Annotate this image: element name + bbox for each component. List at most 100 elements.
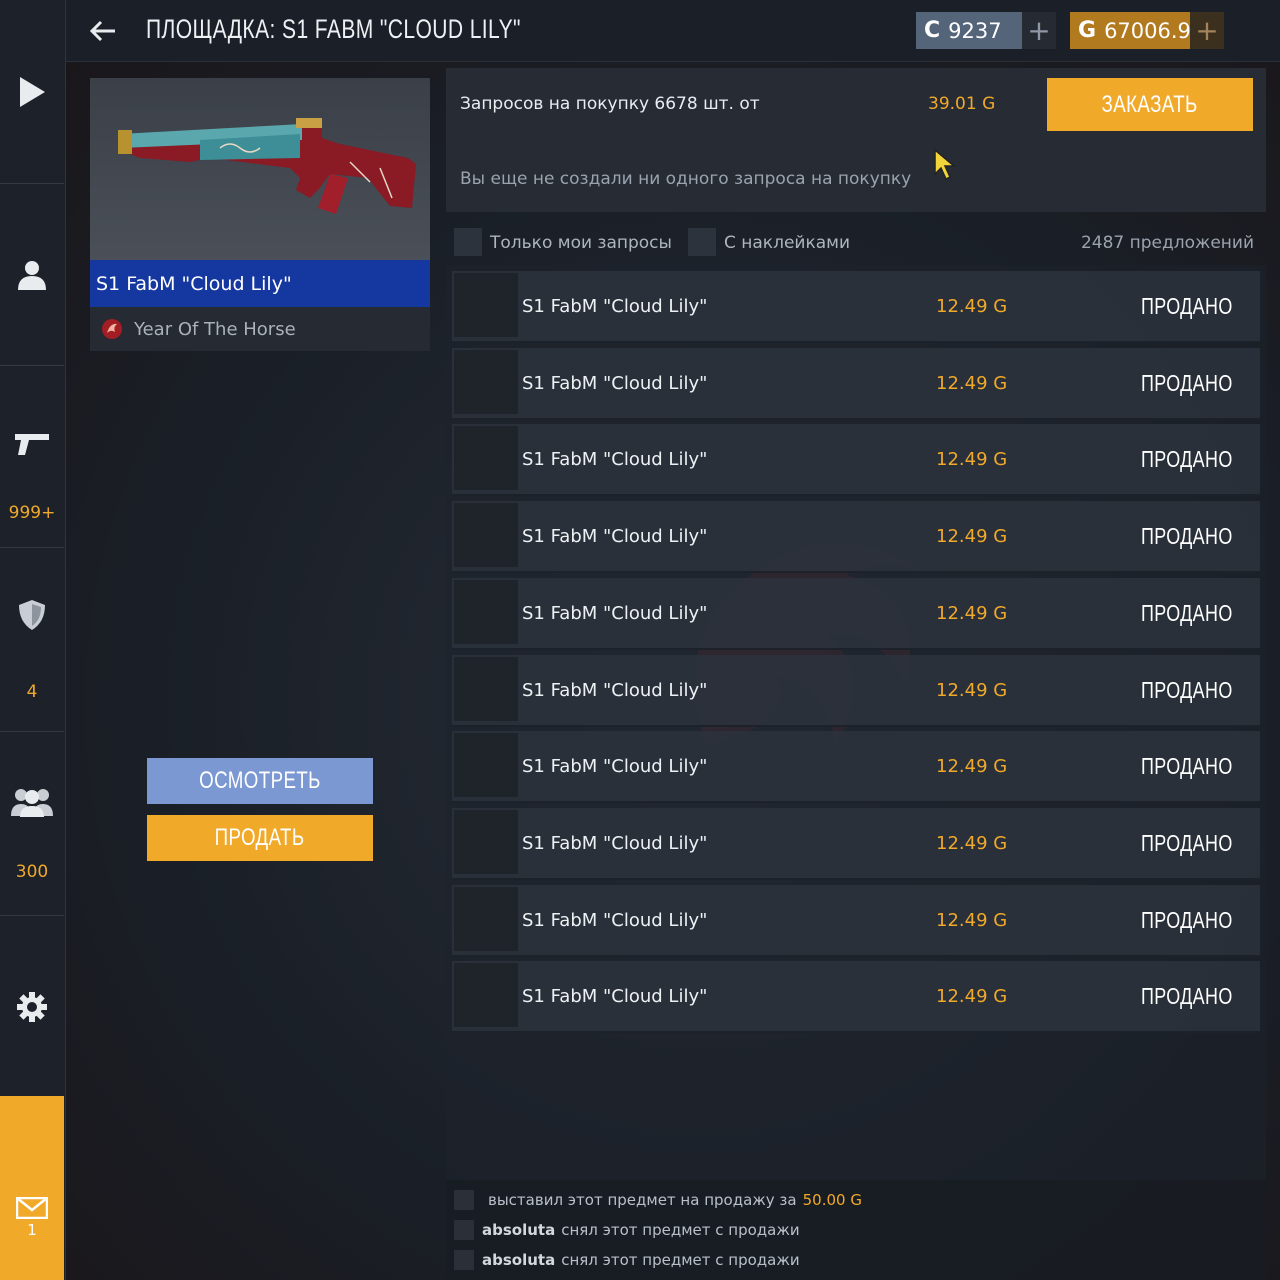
listing-status: ПРОДАНО <box>1141 523 1233 550</box>
listing-name: S1 FabM "Cloud Lily" <box>522 756 708 778</box>
crown-currency-icon: C <box>924 18 941 43</box>
sidebar-inventory[interactable]: 999+ <box>0 366 64 548</box>
listing-name: S1 FabM "Cloud Lily" <box>522 986 708 1008</box>
table-row[interactable]: S1 FabM "Cloud Lily" 12.49 G ПРОДАНО <box>452 271 1260 343</box>
listing-thumbnail <box>454 426 518 491</box>
listings-table: S1 FabM "Cloud Lily" 12.49 G ПРОДАНО S1 Fab… <box>446 265 1266 1280</box>
inventory-count: 999+ <box>8 502 56 523</box>
gold-currency-icon: G <box>1078 18 1097 43</box>
item-image <box>90 78 430 260</box>
filters-bar: Только мои запросы С наклейками 2487 пре… <box>446 222 1266 264</box>
stickers-label[interactable]: С наклейками <box>724 233 850 253</box>
play-icon <box>20 76 45 107</box>
sidebar-friends[interactable]: 300 <box>0 732 64 916</box>
add-crowns-button[interactable]: + <box>1022 12 1056 49</box>
listing-status: ПРОДАНО <box>1141 829 1233 856</box>
buy-requests-panel: Запросов на покупку 6678 шт. от 39.01 G … <box>446 68 1266 212</box>
log-avatar <box>454 1250 474 1270</box>
my-requests-checkbox[interactable] <box>454 228 482 256</box>
table-row[interactable]: S1 FabM "Cloud Lily" 12.49 G ПРОДАНО <box>452 884 1260 957</box>
log-amount: 50.00 G <box>802 1191 862 1209</box>
listing-status: ПРОДАНО <box>1141 753 1233 780</box>
item-name-selected[interactable]: S1 FabM "Cloud Lily" <box>90 260 430 307</box>
profile-icon <box>18 260 46 290</box>
sidebar-profile[interactable] <box>0 184 64 366</box>
table-row[interactable]: S1 FabM "Cloud Lily" 12.49 G ПРОДАНО <box>452 654 1260 727</box>
listing-thumbnail <box>454 349 518 414</box>
log-avatar <box>454 1190 474 1210</box>
listing-name: S1 FabM "Cloud Lily" <box>522 602 708 624</box>
listing-status: ПРОДАНО <box>1141 369 1233 396</box>
log-text: снял этот предмет с продажи <box>561 1251 800 1269</box>
log-entry: выставил этот предмет на продажу за 50.00… <box>454 1190 862 1210</box>
currency-gold: G 67006.97 + <box>1070 12 1224 49</box>
listing-status: ПРОДАНО <box>1141 599 1233 626</box>
currency-crowns: C 9237 + <box>916 12 1056 49</box>
table-row[interactable]: S1 FabM "Cloud Lily" 12.49 G ПРОДАНО <box>452 961 1260 1034</box>
sidebar: 999+ 4 300 1 <box>0 0 66 1280</box>
listing-status: ПРОДАНО <box>1141 293 1233 319</box>
sidebar-settings[interactable] <box>0 916 64 1096</box>
listing-price: 12.49 G <box>936 526 1008 548</box>
listing-thumbnail <box>454 503 518 568</box>
collection-name: Year Of The Horse <box>134 318 296 340</box>
log-entry: absoluta снял этот предмет с продажи <box>454 1250 806 1270</box>
page-title: ПЛОЩАДКА: S1 FABM "CLOUD LILY" <box>146 14 521 44</box>
friends-icon <box>11 788 53 817</box>
listing-thumbnail <box>454 579 518 644</box>
arrow-left-icon <box>89 20 115 42</box>
shotgun-image <box>118 118 416 214</box>
listing-price: 12.49 G <box>936 986 1008 1008</box>
listing-price: 12.49 G <box>936 372 1008 394</box>
add-gold-button[interactable]: + <box>1190 12 1224 49</box>
listing-status: ПРОДАНО <box>1141 676 1233 703</box>
mail-icon <box>16 1197 48 1219</box>
no-requests-message: Вы еще не создали ни одного запроса на п… <box>460 169 912 189</box>
log-user[interactable]: absoluta <box>482 1221 555 1239</box>
place-order-button[interactable]: ЗАКАЗАТЬ <box>1047 78 1253 131</box>
listing-status: ПРОДАНО <box>1141 983 1233 1010</box>
sidebar-clan[interactable]: 4 <box>0 548 64 732</box>
listing-name: S1 FabM "Cloud Lily" <box>522 679 708 701</box>
listing-thumbnail <box>454 809 518 874</box>
listing-price: 12.49 G <box>936 679 1008 701</box>
log-entry: absoluta снял этот предмет с продажи <box>454 1220 806 1240</box>
table-row[interactable]: S1 FabM "Cloud Lily" 12.49 G ПРОДАНО <box>452 347 1260 420</box>
listing-thumbnail <box>454 733 518 798</box>
listing-name: S1 FabM "Cloud Lily" <box>522 909 708 931</box>
my-requests-label[interactable]: Только мои запросы <box>490 233 672 253</box>
pistol-icon <box>15 433 49 455</box>
listing-thumbnail <box>454 273 518 337</box>
back-button[interactable] <box>88 16 120 46</box>
header: ПЛОЩАДКА: S1 FABM "CLOUD LILY" C 9237 + G… <box>66 0 1280 62</box>
stickers-checkbox[interactable] <box>688 228 716 256</box>
listing-thumbnail <box>454 656 518 721</box>
offers-count: 2487 предложений <box>1080 233 1254 253</box>
sell-button[interactable]: ПРОДАТЬ <box>147 815 373 861</box>
table-row[interactable]: S1 FabM "Cloud Lily" 12.49 G ПРОДАНО <box>452 807 1260 880</box>
log-text: выставил этот предмет на продажу за <box>488 1191 797 1209</box>
mail-count: 1 <box>27 1221 37 1239</box>
listing-thumbnail <box>454 963 518 1028</box>
requests-summary: Запросов на покупку 6678 шт. от <box>460 94 760 114</box>
sidebar-mail[interactable]: 1 <box>0 1096 64 1280</box>
clan-count: 4 <box>26 681 38 702</box>
log-user[interactable]: absoluta <box>482 1251 555 1269</box>
listing-status: ПРОДАНО <box>1141 446 1233 473</box>
horse-collection-icon <box>102 319 122 339</box>
listing-price: 12.49 G <box>936 296 1008 317</box>
inspect-button[interactable]: ОСМОТРЕТЬ <box>147 758 373 804</box>
log-text: снял этот предмет с продажи <box>561 1221 800 1239</box>
listing-name: S1 FabM "Cloud Lily" <box>522 832 708 854</box>
log-avatar <box>454 1220 474 1240</box>
table-row[interactable]: S1 FabM "Cloud Lily" 12.49 G ПРОДАНО <box>452 731 1260 804</box>
table-row[interactable]: S1 FabM "Cloud Lily" 12.49 G ПРОДАНО <box>452 577 1260 650</box>
table-row[interactable]: S1 FabM "Cloud Lily" 12.49 G ПРОДАНО <box>452 424 1260 497</box>
shield-icon <box>19 599 45 630</box>
item-collection: Year Of The Horse <box>90 307 430 351</box>
listing-name: S1 FabM "Cloud Lily" <box>522 526 708 548</box>
requests-min-price: 39.01 G <box>928 94 996 114</box>
sidebar-play[interactable] <box>0 0 64 184</box>
table-row[interactable]: S1 FabM "Cloud Lily" 12.49 G ПРОДАНО <box>452 501 1260 574</box>
listing-status: ПРОДАНО <box>1141 906 1233 933</box>
